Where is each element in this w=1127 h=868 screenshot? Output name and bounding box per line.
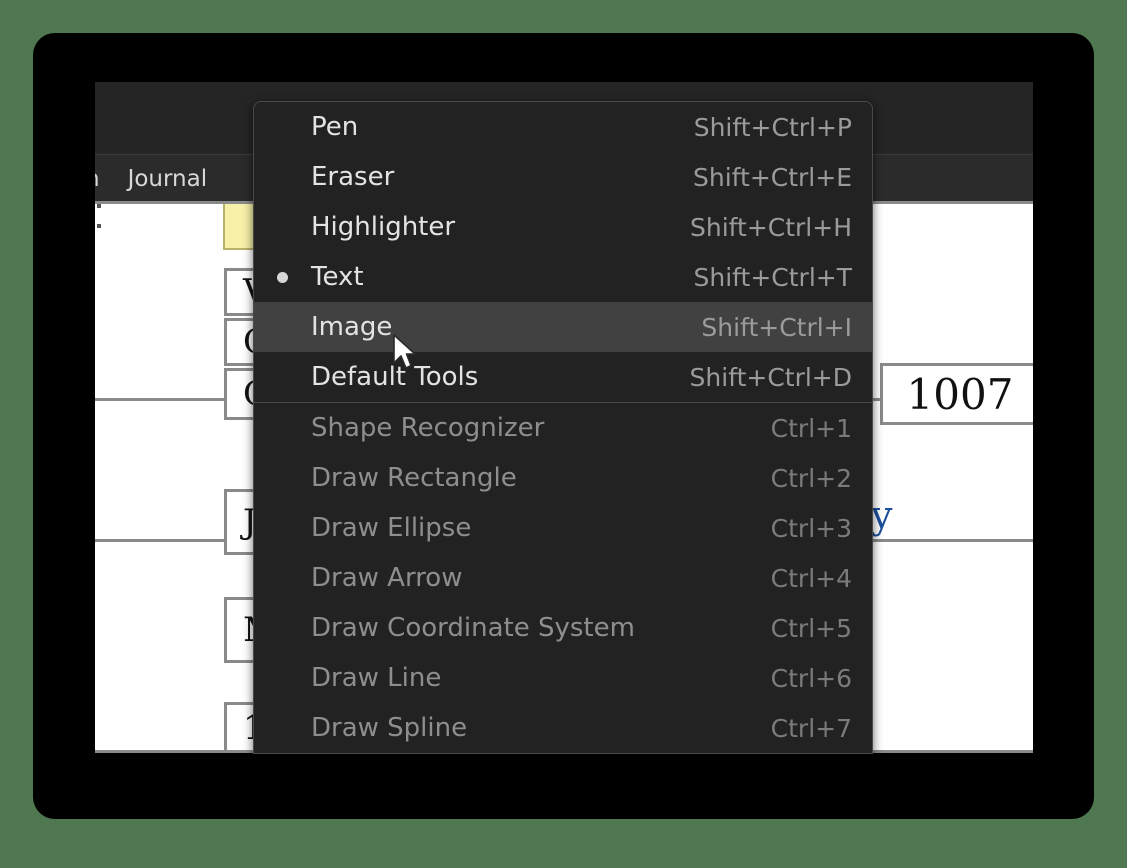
menu-item-shortcut: Shift+Ctrl+D [689, 362, 852, 392]
menu-item-draw-ellipse: Draw Ellipse Ctrl+3 [254, 503, 872, 553]
menu-item-label: Draw Arrow [311, 563, 463, 593]
menu-item-highlighter[interactable]: Highlighter Shift+Ctrl+H [254, 202, 872, 252]
menu-item-label: Draw Coordinate System [311, 613, 635, 643]
menu-item-label: Highlighter [311, 212, 456, 242]
menu-item-shortcut: Shift+Ctrl+H [690, 212, 852, 242]
menu-item-shortcut: Ctrl+4 [770, 563, 852, 593]
menu-item-label: Image [311, 312, 393, 342]
menu-item-label: Draw Rectangle [311, 463, 517, 493]
tools-popup-menu[interactable]: Pen Shift+Ctrl+P Eraser Shift+Ctrl+E Highlig… [253, 101, 873, 754]
menu-item-shortcut: Ctrl+5 [770, 613, 852, 643]
radio-selected-icon [254, 271, 311, 283]
menu-item-text[interactable]: Text Shift+Ctrl+T [254, 252, 872, 302]
menubar-item-clipped[interactable]: n [95, 166, 114, 192]
menu-item-draw-arrow: Draw Arrow Ctrl+4 [254, 553, 872, 603]
menu-item-draw-line: Draw Line Ctrl+6 [254, 653, 872, 703]
menu-item-label: Shape Recognizer [311, 413, 545, 443]
menu-item-label: Eraser [311, 162, 395, 192]
text-box[interactable]: y [855, 492, 995, 538]
menu-item-shortcut: Shift+Ctrl+I [701, 312, 852, 342]
menu-item-default-tools[interactable]: Default Tools Shift+Ctrl+D [254, 352, 872, 402]
menu-item-image[interactable]: Image Shift+Ctrl+I [254, 302, 872, 352]
menu-item-shortcut: Ctrl+7 [770, 713, 852, 743]
text-box-value: 1007 [906, 369, 1014, 419]
menu-item-label: Draw Line [311, 663, 442, 693]
menu-item-shortcut: Shift+Ctrl+T [693, 262, 852, 292]
menu-item-label: Draw Ellipse [311, 513, 472, 543]
ink-mark [97, 224, 101, 228]
text-box-value: y [871, 493, 893, 537]
menu-item-label: Text [311, 262, 364, 292]
radio-dot [277, 271, 288, 283]
menu-item-draw-coordinate-system: Draw Coordinate System Ctrl+5 [254, 603, 872, 653]
menu-item-draw-rectangle: Draw Rectangle Ctrl+2 [254, 453, 872, 503]
menu-item-shortcut: Ctrl+3 [770, 513, 852, 543]
menu-item-pen[interactable]: Pen Shift+Ctrl+P [254, 102, 872, 152]
menu-item-shortcut: Ctrl+1 [770, 413, 852, 443]
ink-mark [97, 204, 101, 208]
menubar-item-journal[interactable]: Journal [114, 166, 222, 192]
menu-item-eraser[interactable]: Eraser Shift+Ctrl+E [254, 152, 872, 202]
menu-item-shortcut: Ctrl+6 [770, 663, 852, 693]
menu-item-label: Draw Spline [311, 713, 468, 743]
menu-item-label: Default Tools [311, 362, 479, 392]
menu-item-shortcut: Shift+Ctrl+E [693, 162, 852, 192]
menu-item-shortcut: Shift+Ctrl+P [693, 112, 852, 142]
menu-item-shape-recognizer: Shape Recognizer Ctrl+1 [254, 403, 872, 453]
menu-item-draw-spline: Draw Spline Ctrl+7 [254, 703, 872, 753]
menu-item-label: Pen [311, 112, 359, 142]
menu-item-shortcut: Ctrl+2 [770, 463, 852, 493]
text-box-1007[interactable]: 1007 [880, 363, 1033, 425]
